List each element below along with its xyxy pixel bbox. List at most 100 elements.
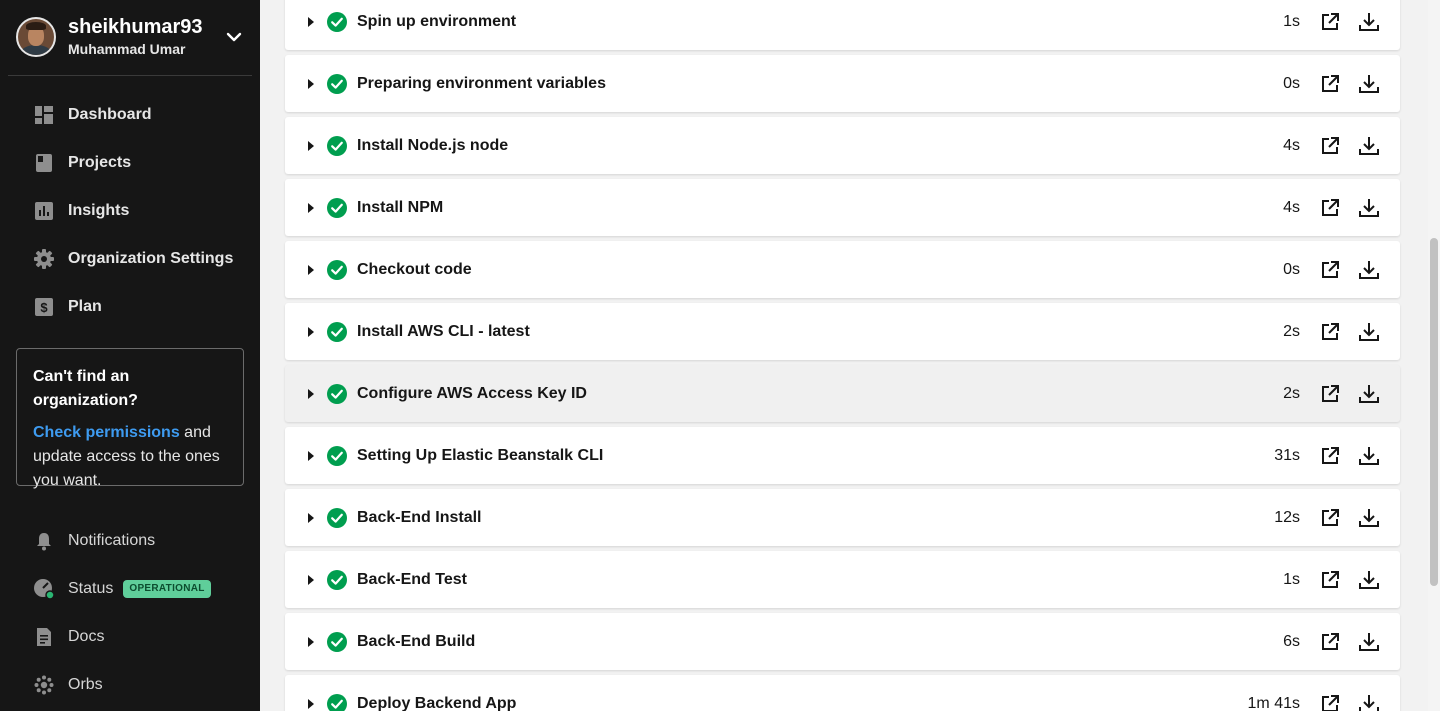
step-row[interactable]: Back-End Install 12s (285, 489, 1400, 546)
download-icon[interactable] (1358, 73, 1380, 95)
step-duration: 1s (1283, 570, 1300, 588)
step-row[interactable]: Spin up environment 1s (285, 0, 1400, 50)
open-in-new-icon[interactable] (1320, 74, 1340, 94)
step-name: Back-End Test (357, 570, 467, 588)
sidebar-item-status[interactable]: Status OPERATIONAL (0, 569, 260, 609)
step-name: Spin up environment (357, 12, 517, 30)
sidebar-item-orbs[interactable]: Orbs (0, 665, 260, 705)
org-notice: Can't find an organization? Check permis… (16, 348, 244, 489)
expand-caret-icon[interactable] (308, 78, 314, 89)
status-icon (33, 578, 55, 600)
open-in-new-icon[interactable] (1320, 694, 1340, 711)
download-icon[interactable] (1358, 11, 1380, 33)
open-in-new-icon[interactable] (1320, 384, 1340, 404)
step-duration: 31s (1274, 446, 1300, 464)
sidebar-item-organization-settings[interactable]: Organization Settings (0, 239, 260, 279)
expand-caret-icon[interactable] (308, 16, 314, 27)
step-row[interactable]: Preparing environment variables 0s (285, 55, 1400, 112)
success-check-icon (327, 135, 347, 156)
expand-caret-icon[interactable] (308, 636, 314, 647)
open-in-new-icon[interactable] (1320, 260, 1340, 280)
sidebar-item-plan[interactable]: $ Plan (0, 287, 260, 327)
job-steps: Spin up environment 1s Preparing environme… (260, 0, 1428, 711)
step-name: Deploy Backend App (357, 694, 517, 711)
success-check-icon (327, 383, 347, 404)
expand-caret-icon[interactable] (308, 140, 314, 151)
open-in-new-icon[interactable] (1320, 322, 1340, 342)
step-name: Configure AWS Access Key ID (357, 384, 587, 402)
sidebar-item-docs[interactable]: Docs (0, 617, 260, 657)
insights-icon (33, 200, 55, 222)
expand-caret-icon[interactable] (308, 698, 314, 709)
scrollbar-thumb[interactable] (1430, 238, 1438, 586)
scrollbar[interactable] (1428, 0, 1440, 711)
avatar (16, 17, 56, 57)
step-duration: 12s (1274, 508, 1300, 526)
sidebar-item-label: Status (68, 580, 114, 597)
download-icon[interactable] (1358, 693, 1380, 711)
download-icon[interactable] (1358, 259, 1380, 281)
expand-caret-icon[interactable] (308, 512, 314, 523)
success-check-icon (327, 631, 347, 652)
download-icon[interactable] (1358, 321, 1380, 343)
step-name: Install NPM (357, 198, 444, 216)
sidebar-item-notifications[interactable]: Notifications (0, 521, 260, 561)
step-row[interactable]: Install NPM 4s (285, 179, 1400, 236)
notice-body: Check permissions and update access to t… (33, 421, 227, 493)
success-check-icon (327, 693, 347, 711)
open-in-new-icon[interactable] (1320, 136, 1340, 156)
success-check-icon (327, 569, 347, 590)
expand-caret-icon[interactable] (308, 326, 314, 337)
step-duration: 1m 41s (1247, 694, 1300, 711)
step-name: Install Node.js node (357, 136, 509, 154)
sidebar-item-label: Docs (68, 628, 105, 645)
step-row[interactable]: Checkout code 0s (285, 241, 1400, 298)
step-row[interactable]: Deploy Backend App 1m 41s (285, 675, 1400, 711)
sidebar-item-label: Dashboard (68, 106, 152, 123)
step-duration: 4s (1283, 198, 1300, 216)
step-row[interactable]: Back-End Test 1s (285, 551, 1400, 608)
expand-caret-icon[interactable] (308, 202, 314, 213)
download-icon[interactable] (1358, 569, 1380, 591)
sidebar-item-insights[interactable]: Insights (0, 191, 260, 231)
download-icon[interactable] (1358, 507, 1380, 529)
expand-caret-icon[interactable] (308, 574, 314, 585)
step-duration: 1s (1283, 12, 1300, 30)
download-icon[interactable] (1358, 383, 1380, 405)
download-icon[interactable] (1358, 135, 1380, 157)
step-duration: 4s (1283, 136, 1300, 154)
chevron-down-icon[interactable] (224, 27, 244, 47)
sidebar-item-label: Plan (68, 298, 102, 315)
step-row[interactable]: Back-End Build 6s (285, 613, 1400, 670)
sidebar-item-label: Insights (68, 202, 130, 219)
sidebar-item-projects[interactable]: Projects (0, 143, 260, 183)
check-permissions-link[interactable]: Check permissions (33, 424, 180, 441)
step-row[interactable]: Configure AWS Access Key ID 2s (285, 365, 1400, 422)
step-duration: 2s (1283, 384, 1300, 402)
expand-caret-icon[interactable] (308, 264, 314, 275)
open-in-new-icon[interactable] (1320, 570, 1340, 590)
success-check-icon (327, 445, 347, 466)
open-in-new-icon[interactable] (1320, 446, 1340, 466)
expand-caret-icon[interactable] (308, 450, 314, 461)
user-switcher[interactable]: sheikhumar93 Muhammad Umar (16, 16, 252, 58)
sidebar-item-dashboard[interactable]: Dashboard (0, 95, 260, 135)
step-row[interactable]: Install Node.js node 4s (285, 117, 1400, 174)
open-in-new-icon[interactable] (1320, 508, 1340, 528)
full-name: Muhammad Umar (68, 41, 186, 57)
step-row[interactable]: Install AWS CLI - latest 2s (285, 303, 1400, 360)
open-in-new-icon[interactable] (1320, 12, 1340, 32)
download-icon[interactable] (1358, 631, 1380, 653)
download-icon[interactable] (1358, 197, 1380, 219)
step-duration: 6s (1283, 632, 1300, 650)
docs-icon (33, 626, 55, 648)
expand-caret-icon[interactable] (308, 388, 314, 399)
step-name: Install AWS CLI - latest (357, 322, 530, 340)
open-in-new-icon[interactable] (1320, 198, 1340, 218)
open-in-new-icon[interactable] (1320, 632, 1340, 652)
username: sheikhumar93 (68, 16, 203, 38)
dollar-icon: $ (33, 296, 55, 318)
download-icon[interactable] (1358, 445, 1380, 467)
success-check-icon (327, 259, 347, 280)
step-row[interactable]: Setting Up Elastic Beanstalk CLI 31s (285, 427, 1400, 484)
